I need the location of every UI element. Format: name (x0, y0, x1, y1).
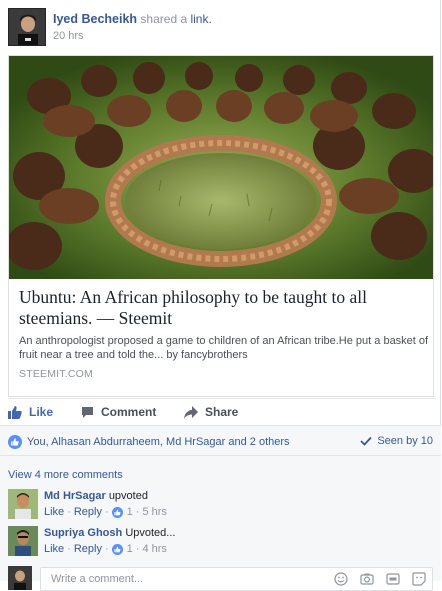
feed-post: Iyed Becheikh shared a link. 20 hrs Ubun… (0, 0, 441, 591)
comment-bubble-icon (82, 406, 93, 418)
comment-meta: Like · Reply · 1 · 4 hrs (44, 543, 167, 555)
comment-text: Upvoted... (125, 527, 176, 539)
current-user-avatar (8, 566, 32, 590)
link-title[interactable]: Ubuntu: An African philosophy to be taug… (19, 287, 419, 329)
share-label: Share (205, 405, 239, 419)
shared-text: shared a (140, 12, 188, 26)
camera-icon[interactable] (360, 572, 374, 586)
author-name[interactable]: Iyed Becheikh (53, 12, 137, 26)
link-preview-card[interactable]: Ubuntu: An African philosophy to be taug… (8, 55, 434, 397)
comment-item: Supriya Ghosh Upvoted... Like · Reply · … (8, 526, 433, 564)
comment-like-count[interactable]: 1 (127, 543, 133, 555)
like-button[interactable]: Like (8, 403, 53, 419)
comment-meta: Like · Reply · 1 · 5 hrs (44, 506, 167, 518)
link-description: An anthropologist proposed a game to chi… (19, 335, 429, 361)
link-domain: STEEMIT.COM (19, 368, 93, 380)
shared-link[interactable]: link. (190, 12, 211, 26)
post-timestamp[interactable]: 20 hrs (53, 30, 84, 42)
share-arrow-icon (184, 405, 198, 418)
comment-like-count[interactable]: 1 (127, 506, 133, 518)
gif-icon[interactable] (386, 572, 400, 586)
view-more-comments-link[interactable]: View 4 more comments (8, 469, 123, 481)
reaction-summary[interactable]: You, Alhasan Abdurraheem, Md HrSagar and… (8, 435, 290, 449)
comment-button[interactable]: Comment (81, 403, 156, 419)
seen-by[interactable]: Seen by 10 (360, 435, 433, 447)
author-avatar[interactable] (8, 8, 46, 46)
comment-like-link[interactable]: Like (44, 543, 64, 555)
like-label: Like (29, 405, 54, 419)
separator-dot: · (67, 543, 71, 555)
comment-like-link[interactable]: Like (44, 506, 64, 518)
emoji-icon[interactable] (334, 572, 348, 586)
commenter-avatar[interactable] (8, 526, 38, 556)
commenter-avatar[interactable] (8, 489, 38, 519)
comments-section: View 4 more comments Md HrSagar upvoted … (0, 456, 441, 591)
comment-item: Md HrSagar upvoted Like · Reply · 1 · 5 … (8, 489, 433, 527)
comment-input-icons (322, 572, 426, 586)
separator-dot: · (135, 543, 140, 555)
like-badge-icon (111, 506, 123, 518)
write-comment-row: Write a comment... (8, 565, 433, 591)
separator-dot: · (135, 506, 140, 518)
reaction-summary-text: You, Alhasan Abdurraheem, Md HrSagar and… (27, 436, 290, 448)
sticker-icon[interactable] (412, 572, 426, 586)
separator-dot: · (104, 543, 109, 555)
comment-input[interactable]: Write a comment... (40, 567, 433, 591)
comment-label: Comment (101, 405, 157, 419)
link-preview-image[interactable] (9, 56, 433, 279)
seen-by-text: Seen by 10 (377, 435, 433, 447)
comment-body: Supriya Ghosh Upvoted... (44, 527, 175, 539)
author-line: Iyed Becheikh shared a link. (53, 12, 212, 26)
post-action-bar: Like Comment Share (8, 398, 434, 425)
comment-input-placeholder: Write a comment... (51, 573, 144, 585)
comment-body: Md HrSagar upvoted (44, 490, 148, 502)
comment-reply-link[interactable]: Reply (74, 506, 102, 518)
separator-dot: · (104, 506, 109, 518)
comment-text: upvoted (108, 490, 148, 502)
checkmark-icon (360, 436, 373, 446)
comment-time[interactable]: 5 hrs (142, 506, 166, 518)
separator-dot: · (67, 506, 71, 518)
reactions-bar: You, Alhasan Abdurraheem, Md HrSagar and… (0, 425, 441, 456)
thumbs-up-icon (8, 406, 22, 419)
comment-author[interactable]: Supriya Ghosh (44, 527, 122, 539)
post-header: Iyed Becheikh shared a link. 20 hrs (8, 8, 432, 48)
comment-reply-link[interactable]: Reply (74, 543, 102, 555)
comment-time[interactable]: 4 hrs (142, 543, 166, 555)
share-button[interactable]: Share (184, 403, 238, 419)
like-badge-icon (8, 435, 22, 449)
comment-author[interactable]: Md HrSagar (44, 490, 106, 502)
like-badge-icon (111, 543, 123, 555)
